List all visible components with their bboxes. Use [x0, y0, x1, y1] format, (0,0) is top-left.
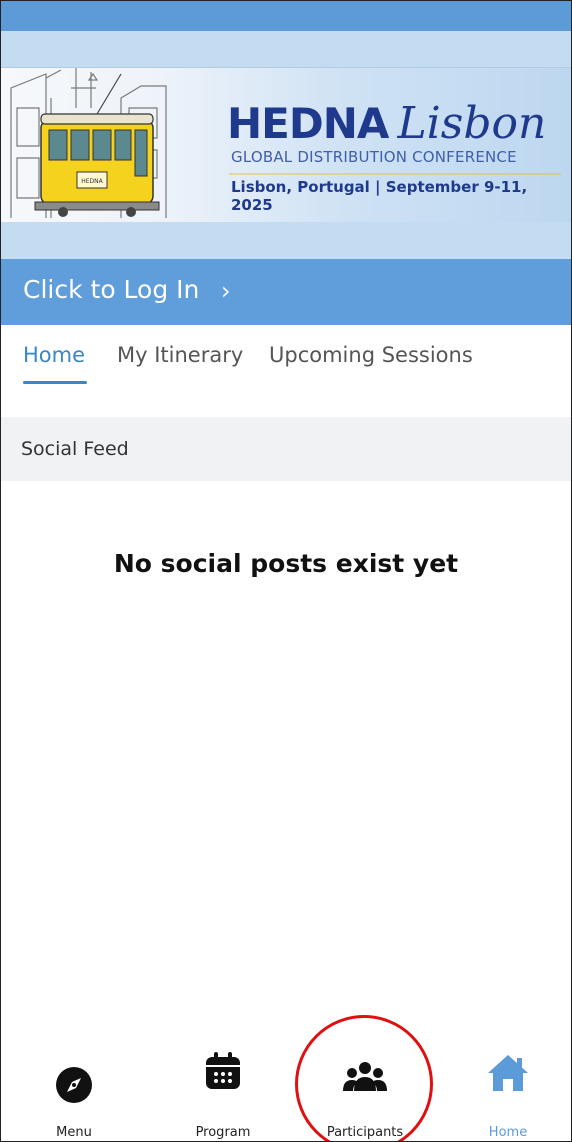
bottom-nav: Menu Program Participants Home [1, 1031, 571, 1141]
login-button[interactable]: Click to Log In › [1, 259, 571, 325]
event-banner: HEDNA HEDNA Lisbon GLOBAL DISTRIBUTION C… [1, 67, 571, 223]
brand-wordmark: HEDNA [227, 99, 389, 148]
tab-bar: Home My Itinerary Upcoming Sessions [1, 325, 571, 417]
banner-bottom-band [1, 222, 571, 259]
brand-logo: HEDNA Lisbon [227, 98, 546, 149]
social-feed-title: Social Feed [21, 438, 129, 460]
tab-my-itinerary[interactable]: My Itinerary [117, 343, 243, 367]
chevron-right-icon: › [221, 277, 231, 305]
house-icon [488, 1055, 528, 1091]
nav-participants[interactable]: Participants [305, 1031, 425, 1141]
tab-upcoming-sessions[interactable]: Upcoming Sessions [269, 343, 473, 367]
tram-illustration: HEDNA [34, 73, 160, 217]
banner-dateline: Lisbon, Portugal | September 9-11, 2025 [231, 178, 528, 214]
status-bar [1, 1, 571, 31]
nav-participants-label: Participants [326, 1125, 404, 1140]
nav-menu-label: Menu [56, 1125, 92, 1140]
social-feed-header: Social Feed [1, 417, 571, 481]
tab-home[interactable]: Home [23, 343, 85, 367]
empty-feed-message: No social posts exist yet [113, 549, 459, 578]
nav-menu[interactable]: Menu [14, 1031, 134, 1141]
banner-top-band [1, 31, 571, 67]
calendar-icon [206, 1052, 240, 1089]
login-label: Click to Log In [23, 275, 200, 304]
nav-program[interactable]: Program [163, 1031, 283, 1141]
active-tab-indicator [23, 381, 87, 384]
app-frame: HEDNA HEDNA Lisbon GLOBAL DISTRIBUTION C… [0, 0, 572, 1142]
nav-home-label: Home [488, 1125, 528, 1140]
banner-subtitle: GLOBAL DISTRIBUTION CONFERENCE [231, 148, 517, 166]
people-icon [343, 1062, 387, 1091]
brand-city-script: Lisbon [397, 98, 547, 149]
nav-program-label: Program [195, 1125, 251, 1140]
nav-home[interactable]: Home [448, 1031, 568, 1141]
tram-badge-text: HEDNA [81, 178, 103, 185]
compass-icon [56, 1067, 92, 1103]
